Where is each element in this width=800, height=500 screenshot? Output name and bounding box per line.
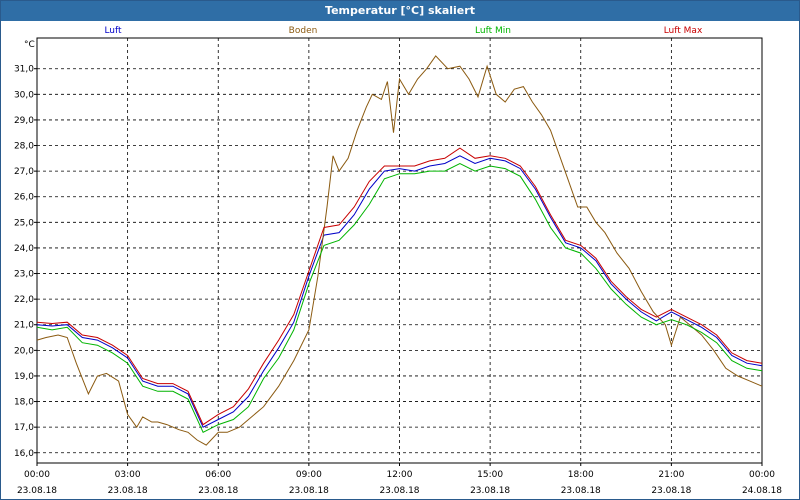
legend-item: Luft Min bbox=[475, 26, 511, 36]
y-tick-label: 23,0 bbox=[14, 270, 34, 280]
x-tick-time-label: 12:00 bbox=[387, 470, 413, 480]
legend-item: Boden bbox=[289, 26, 318, 36]
temperature-chart: 16,0 17,0 18,0 19,0 20,0 21,0 22,0 23,0 24,0 25,0… bbox=[14, 26, 782, 496]
x-tick-date-label: 23.08.18 bbox=[470, 486, 510, 496]
x-tick-time-label: 09:00 bbox=[296, 470, 322, 480]
y-tick-label: 19,0 bbox=[14, 372, 34, 382]
y-tick-label: 28,0 bbox=[14, 142, 34, 152]
y-tick-label: 25,0 bbox=[14, 218, 34, 228]
y-tick-label: 22,0 bbox=[14, 295, 34, 305]
y-tick-label: 18,0 bbox=[14, 398, 34, 408]
y-tick-label: 24,0 bbox=[14, 244, 34, 254]
x-tick-time-label: 06:00 bbox=[205, 470, 231, 480]
y-tick-label: 16,0 bbox=[14, 449, 34, 459]
x-tick-date-label: 23.08.18 bbox=[17, 486, 57, 496]
x-tick-time-label: 21:00 bbox=[658, 470, 684, 480]
y-tick-label: 26,0 bbox=[14, 193, 34, 203]
x-tick-date-label: 23.08.18 bbox=[108, 486, 148, 496]
x-tick-date-label: 24.08.18 bbox=[742, 486, 782, 496]
y-tick-label: 21,0 bbox=[14, 321, 34, 331]
y-tick-label: 29,0 bbox=[14, 116, 34, 126]
x-tick-time-label: 00:00 bbox=[749, 470, 775, 480]
x-tick-date-label: 23.08.18 bbox=[651, 486, 691, 496]
x-tick-date-label: 23.08.18 bbox=[198, 486, 238, 496]
y-tick-label: 17,0 bbox=[14, 423, 34, 433]
y-tick-label: 30,0 bbox=[14, 90, 34, 100]
x-tick-time-label: 18:00 bbox=[568, 470, 594, 480]
y-tick-label: 20,0 bbox=[14, 346, 34, 356]
legend-item: Luft bbox=[104, 26, 122, 36]
y-tick-label: 27,0 bbox=[14, 167, 34, 177]
axis-labels: 16,0 17,0 18,0 19,0 20,0 21,0 22,0 23,0 24,0 25,0… bbox=[14, 65, 782, 496]
x-tick-time-label: 03:00 bbox=[115, 470, 141, 480]
grid-lines bbox=[37, 38, 762, 463]
x-tick-time-label: 00:00 bbox=[24, 470, 50, 480]
x-tick-date-label: 23.08.18 bbox=[561, 486, 601, 496]
legend-item: Luft Max bbox=[664, 26, 703, 36]
legend: Luft Boden Luft Min Luft Max bbox=[104, 26, 703, 36]
x-tick-time-label: 15:00 bbox=[477, 470, 503, 480]
x-tick-date-label: 23.08.18 bbox=[289, 486, 329, 496]
y-unit-label: °C bbox=[24, 40, 35, 50]
x-tick-date-label: 23.08.18 bbox=[379, 486, 419, 496]
y-tick-label: 31,0 bbox=[14, 65, 34, 75]
